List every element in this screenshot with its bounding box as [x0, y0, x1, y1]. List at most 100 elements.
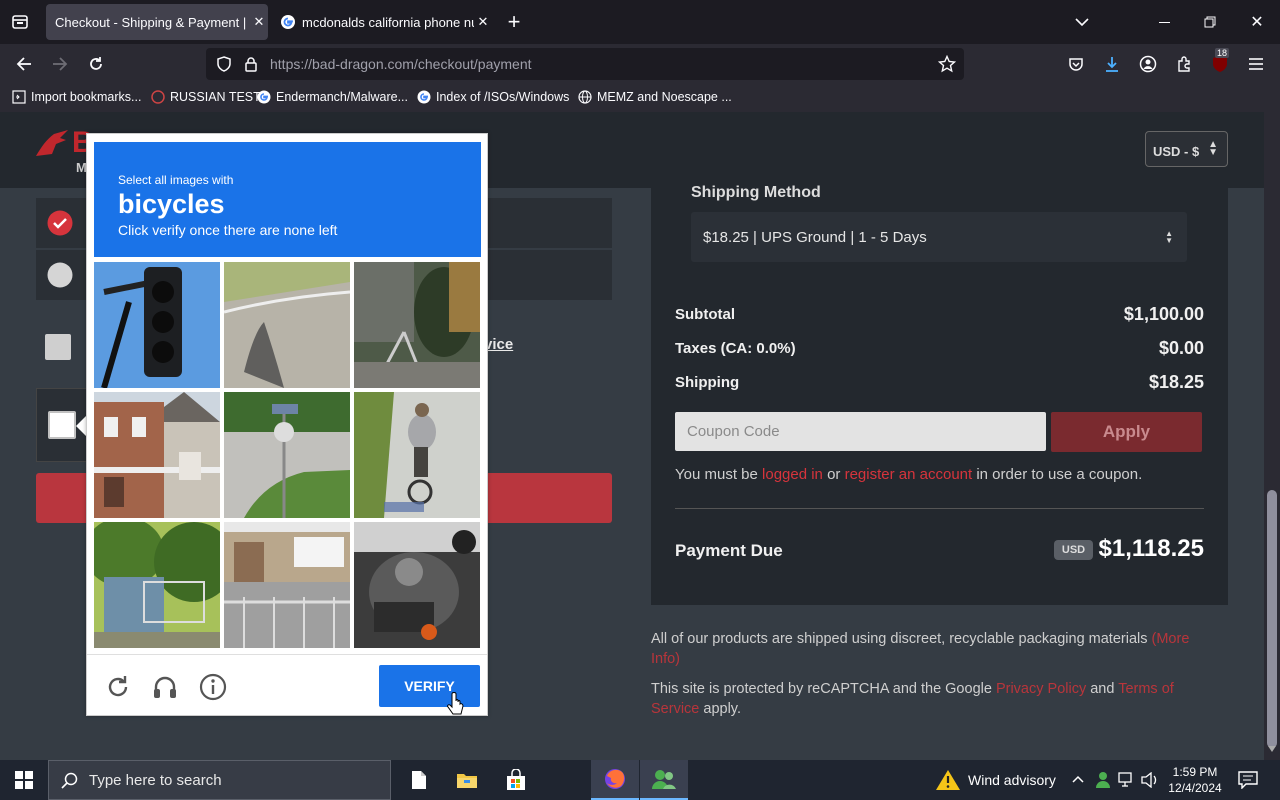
coupon-code-input[interactable] — [675, 412, 1046, 451]
privacy-policy-link[interactable]: Privacy Policy — [996, 681, 1086, 697]
captcha-hint: Click verify once there are none left — [118, 222, 338, 238]
taskbar-search[interactable]: Type here to search — [48, 760, 391, 800]
captcha-tile[interactable] — [94, 262, 220, 388]
taskbar-firefox[interactable] — [591, 760, 639, 800]
coupon-note-text: You must be — [675, 466, 763, 483]
back-icon[interactable] — [14, 54, 34, 74]
bookmark-import[interactable]: Import bookmarks... — [12, 90, 141, 104]
shield-icon[interactable] — [216, 56, 232, 72]
captcha-tile[interactable] — [224, 392, 350, 518]
captcha-tile[interactable] — [224, 262, 350, 388]
tab-checkout[interactable]: Checkout - Shipping & Payment | B ✕ — [46, 4, 268, 40]
captcha-pointer — [76, 416, 86, 436]
downloads-icon[interactable] — [1102, 54, 1122, 74]
close-tab-icon[interactable]: ✕ — [250, 14, 268, 30]
register-link[interactable]: register an account — [845, 466, 973, 483]
windows-logo-icon — [15, 771, 33, 789]
address-bar[interactable]: https://bad-dragon.com/checkout/payment — [206, 48, 964, 80]
captcha-tile[interactable] — [354, 262, 480, 388]
terms-checkbox[interactable] — [45, 334, 71, 360]
system-clock[interactable]: 1:59 PM 12/4/2024 — [1163, 764, 1227, 796]
shipping-option-value: $18.25 | UPS Ground | 1 - 5 Days — [703, 229, 927, 246]
currency-value: USD - $ — [1153, 144, 1200, 159]
taskbar-app-green[interactable] — [640, 760, 688, 800]
document-icon — [412, 771, 426, 789]
store-icon — [507, 769, 525, 790]
url-text: https://bad-dragon.com/checkout/payment — [270, 56, 532, 72]
volume-icon[interactable] — [1141, 772, 1159, 788]
bookmark-endermanch[interactable]: Endermanch/Malware... — [257, 90, 408, 104]
extensions-icon[interactable] — [1174, 54, 1194, 74]
menu-icon[interactable] — [1246, 54, 1266, 74]
captcha-tile[interactable] — [94, 522, 220, 648]
recaptcha-checkbox[interactable] — [48, 411, 76, 439]
subtotal-value: $1,100.00 — [1123, 304, 1204, 324]
person-bicycle-image — [354, 392, 480, 518]
tab-title: mcdonalds california phone nu — [302, 14, 474, 30]
google-icon — [257, 90, 271, 104]
scrollbar-thumb[interactable] — [1267, 490, 1277, 748]
pocket-icon[interactable] — [1066, 54, 1086, 74]
bookmark-russian-test[interactable]: RUSSIAN TEST — [151, 90, 261, 104]
lock-icon[interactable] — [244, 56, 258, 72]
chevron-up-icon[interactable] — [1072, 775, 1084, 783]
page-scrollbar[interactable] — [1264, 112, 1280, 760]
select-arrow-icon: ▲ ▼ — [1165, 229, 1173, 245]
bookmark-label: Endermanch/Malware... — [276, 90, 409, 104]
payment-due-label: Payment Due — [675, 541, 783, 560]
info-icon[interactable] — [199, 673, 227, 701]
taskbar-file-app[interactable] — [395, 760, 443, 800]
captcha-tile[interactable] — [354, 522, 480, 648]
restore-icon[interactable] — [1200, 12, 1220, 32]
globe-icon — [578, 90, 592, 104]
network-icon[interactable] — [1118, 772, 1136, 788]
forward-icon[interactable] — [50, 54, 70, 74]
captcha-tile[interactable] — [94, 392, 220, 518]
brick-house-image — [94, 392, 220, 518]
terms-link[interactable]: vice — [484, 336, 513, 353]
bookmark-isos[interactable]: Index of /ISOs/Windows — [417, 90, 569, 104]
shipping-label: Shipping — [675, 374, 740, 391]
close-window-icon[interactable]: ✕ — [1247, 12, 1267, 32]
audio-challenge-icon[interactable] — [151, 673, 179, 701]
checked-radio-icon[interactable] — [47, 210, 73, 236]
list-tabs-icon[interactable] — [1072, 12, 1092, 32]
minimize-icon[interactable] — [1154, 12, 1174, 32]
clock-time: 1:59 PM — [1172, 765, 1218, 779]
street-corner-image — [224, 392, 350, 518]
people-tray-icon[interactable] — [1094, 771, 1112, 789]
tab-title: Checkout - Shipping & Payment | B — [55, 14, 250, 30]
radio-icon[interactable] — [47, 262, 73, 288]
windows-taskbar: Type here to search Wind advisory 1:59 P… — [0, 760, 1280, 800]
bookmark-star-icon[interactable] — [938, 55, 956, 73]
start-button[interactable] — [0, 760, 48, 800]
taskbar-file-explorer[interactable] — [443, 760, 491, 800]
warning-icon[interactable] — [935, 769, 961, 791]
captcha-tile[interactable] — [224, 522, 350, 648]
close-tab-icon[interactable]: ✕ — [474, 14, 492, 30]
scroll-down-icon[interactable] — [1268, 746, 1276, 752]
reload-challenge-icon[interactable] — [104, 673, 132, 701]
tab-search[interactable]: mcdonalds california phone nu ✕ — [272, 4, 492, 40]
subtotal-row: Subtotal $1,100.00 — [675, 304, 1204, 324]
bookmark-memz[interactable]: MEMZ and Noescape ... — [578, 90, 732, 104]
reload-icon[interactable] — [86, 54, 106, 74]
notifications-icon[interactable] — [1238, 771, 1258, 789]
login-link[interactable]: logged in — [762, 466, 823, 483]
users-icon — [652, 770, 676, 789]
account-icon[interactable] — [1138, 54, 1158, 74]
captcha-tile[interactable] — [354, 392, 480, 518]
firefox-view-icon[interactable] — [10, 12, 30, 32]
traffic-light-image — [94, 262, 220, 388]
ublock-icon[interactable]: 18 — [1210, 48, 1230, 74]
weather-text[interactable]: Wind advisory — [968, 772, 1056, 788]
url-domain: https://bad-dragon.com — [270, 56, 414, 72]
currency-select[interactable]: USD - $ ▲ ▼ — [1145, 131, 1228, 167]
taskbar-store[interactable] — [492, 760, 540, 800]
apply-coupon-button[interactable]: Apply — [1051, 412, 1202, 452]
footnote-text: apply. — [699, 701, 742, 717]
new-tab-icon[interactable]: + — [504, 9, 524, 34]
shipping-method-select[interactable]: $18.25 | UPS Ground | 1 - 5 Days ▲ ▼ — [691, 212, 1187, 262]
dragon-logo-icon[interactable] — [34, 126, 70, 162]
shipping-method-heading: Shipping Method — [691, 184, 821, 201]
